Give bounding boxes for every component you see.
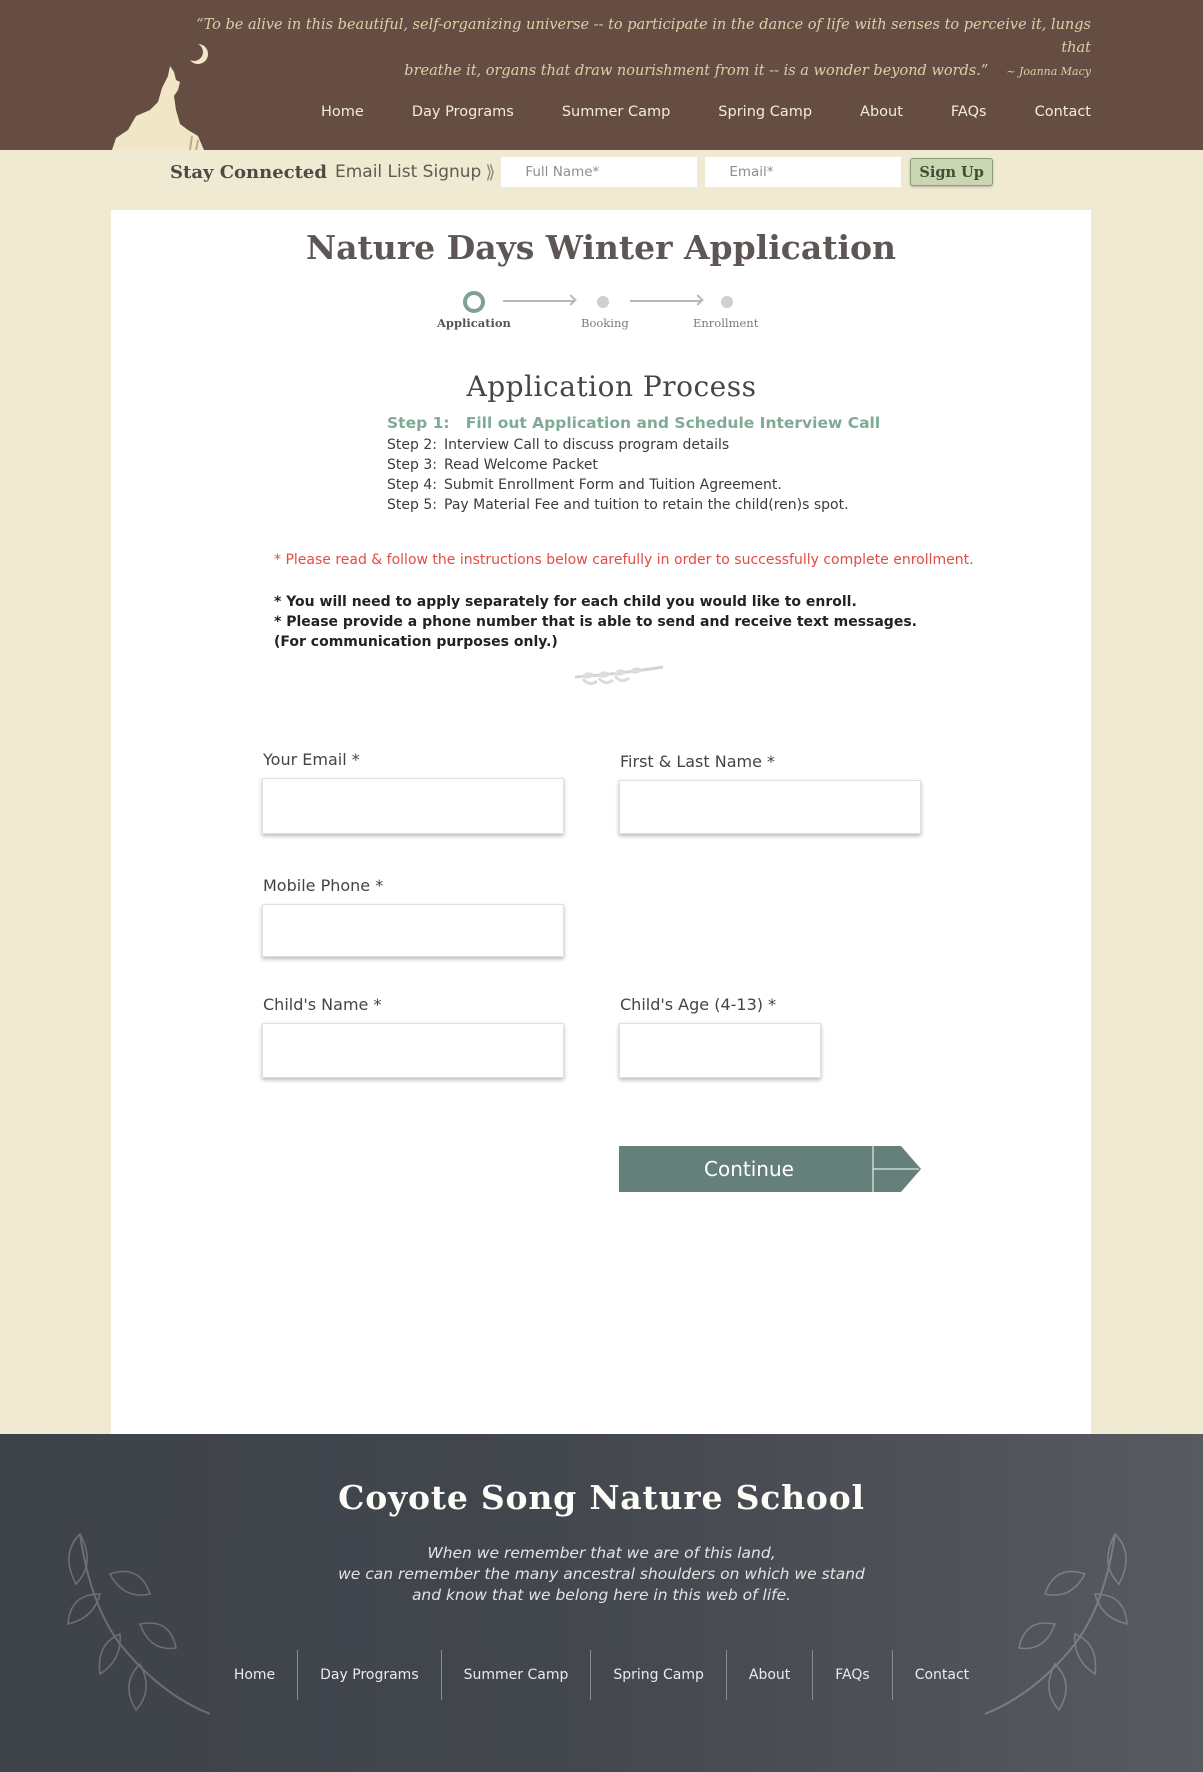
nav-faqs[interactable]: FAQs	[927, 104, 1011, 120]
footer-nav-summer-camp[interactable]: Summer Camp	[442, 1650, 592, 1700]
step-dot-enrollment	[721, 296, 733, 308]
footer-nav-about[interactable]: About	[727, 1650, 814, 1700]
double-chevron-icon: ⟫	[485, 161, 496, 182]
footer-quote-line-2: we can remember the many ancestral shoul…	[338, 1565, 865, 1583]
list-item: Step 5: Pay Material Fee and tuition to r…	[387, 495, 987, 515]
footer-nav-spring-camp[interactable]: Spring Camp	[591, 1650, 727, 1700]
header-quote: “To be alive in this beautiful, self-org…	[191, 14, 1091, 83]
nav-summer-camp[interactable]: Summer Camp	[538, 104, 694, 120]
footer-nav-day-programs[interactable]: Day Programs	[298, 1650, 442, 1700]
step-arrow-line	[503, 300, 575, 302]
step-number: Step 4:	[387, 477, 437, 493]
mobile-phone-field[interactable]	[262, 904, 564, 957]
site-footer: Coyote Song Nature School When we rememb…	[0, 1434, 1203, 1772]
list-item: Step 4: Submit Enrollment Form and Tuitio…	[387, 475, 987, 495]
full-name-field[interactable]	[619, 780, 921, 834]
main-nav: Home Day Programs Summer Camp Spring Cam…	[297, 104, 1115, 120]
name-field-label: First & Last Name *	[620, 752, 776, 771]
email-list-label: Email List Signup	[334, 162, 482, 182]
process-heading: Application Process	[466, 370, 757, 403]
list-item: Step 3: Read Welcome Packet	[387, 455, 987, 475]
stay-connected-heading: Stay Connected	[170, 161, 327, 183]
process-steps-list: Step 1: Fill out Application and Schedul…	[387, 414, 987, 515]
instructions-warning: * Please read & follow the instructions …	[274, 552, 974, 568]
step-number: Step 2:	[387, 437, 437, 453]
list-item: Step 2: Interview Call to discuss program…	[387, 435, 987, 455]
quote-line-1: “To be alive in this beautiful, self-org…	[196, 17, 1091, 56]
note-phone-text: * Please provide a phone number that is …	[274, 614, 917, 630]
step-label-booking: Booking	[581, 316, 629, 330]
step-label-enrollment: Enrollment	[693, 316, 759, 330]
step-text: Submit Enrollment Form and Tuition Agree…	[444, 477, 782, 493]
note-communication: (For communication purposes only.)	[274, 634, 558, 650]
step-text: Read Welcome Packet	[444, 457, 598, 473]
signup-full-name-input[interactable]	[501, 157, 698, 187]
footer-quote-line-3: and know that we belong here in this web…	[411, 1586, 792, 1604]
howling-coyote-moon-icon[interactable]	[110, 38, 210, 150]
footer-nav: Home Day Programs Summer Camp Spring Cam…	[0, 1650, 1203, 1700]
step-label-application: Application	[437, 316, 511, 330]
arrow-right-icon	[692, 294, 704, 306]
email-signup-bar: Stay Connected Email List Signup ⟫ Sign …	[170, 156, 993, 188]
arrow-tip-icon[interactable]	[871, 1146, 925, 1192]
note-apply-separately: * You will need to apply separately for …	[274, 594, 857, 610]
step-arrow-line	[630, 300, 702, 302]
child-name-field[interactable]	[262, 1023, 564, 1078]
leaf-divider-icon	[574, 665, 664, 686]
signup-email-input[interactable]	[705, 157, 902, 187]
page-title: Nature Days Winter Application	[305, 228, 897, 267]
application-card: Nature Days Winter Application Applicati…	[111, 210, 1091, 1434]
nav-about[interactable]: About	[836, 104, 927, 120]
nav-spring-camp[interactable]: Spring Camp	[694, 104, 836, 120]
email-field-label: Your Email *	[263, 750, 360, 769]
child-name-field-label: Child's Name *	[263, 995, 382, 1014]
sign-up-button[interactable]: Sign Up	[910, 158, 993, 186]
step-number: Step 5:	[387, 497, 437, 513]
email-field[interactable]	[262, 778, 564, 834]
step-text: Interview Call to discuss program detail…	[444, 437, 730, 453]
site-header: “To be alive in this beautiful, self-org…	[0, 0, 1203, 150]
quote-line-2: breathe it, organs that draw nourishment…	[404, 63, 989, 79]
step-text: Pay Material Fee and tuition to retain t…	[444, 497, 849, 513]
step-1-current: Step 1: Fill out Application and Schedul…	[387, 414, 987, 432]
footer-nav-contact[interactable]: Contact	[893, 1650, 991, 1700]
step-number: Step 3:	[387, 457, 437, 473]
arrow-right-icon	[565, 294, 577, 306]
phone-field-label: Mobile Phone *	[263, 876, 384, 895]
step-dot-application-active	[463, 291, 485, 313]
footer-quote-line-1: When we remember that we are of this lan…	[427, 1544, 776, 1562]
nav-contact[interactable]: Contact	[1011, 104, 1115, 120]
child-age-field[interactable]	[619, 1023, 821, 1078]
nav-home[interactable]: Home	[297, 104, 388, 120]
child-age-field-label: Child's Age (4-13) *	[620, 995, 777, 1014]
enrollment-notes: * You will need to apply separately for …	[274, 592, 917, 652]
step-1-text: Fill out Application and Schedule Interv…	[465, 414, 881, 432]
quote-author: ~ Joanna Macy	[1006, 65, 1091, 78]
continue-button[interactable]: Continue	[619, 1146, 875, 1192]
step-1-number: Step 1:	[387, 414, 450, 432]
step-dot-booking	[597, 296, 609, 308]
nav-day-programs[interactable]: Day Programs	[388, 104, 538, 120]
footer-nav-faqs[interactable]: FAQs	[813, 1650, 893, 1700]
footer-quote: When we remember that we are of this lan…	[0, 1543, 1203, 1606]
footer-school-name: Coyote Song Nature School	[338, 1478, 865, 1517]
footer-nav-home[interactable]: Home	[212, 1650, 299, 1700]
